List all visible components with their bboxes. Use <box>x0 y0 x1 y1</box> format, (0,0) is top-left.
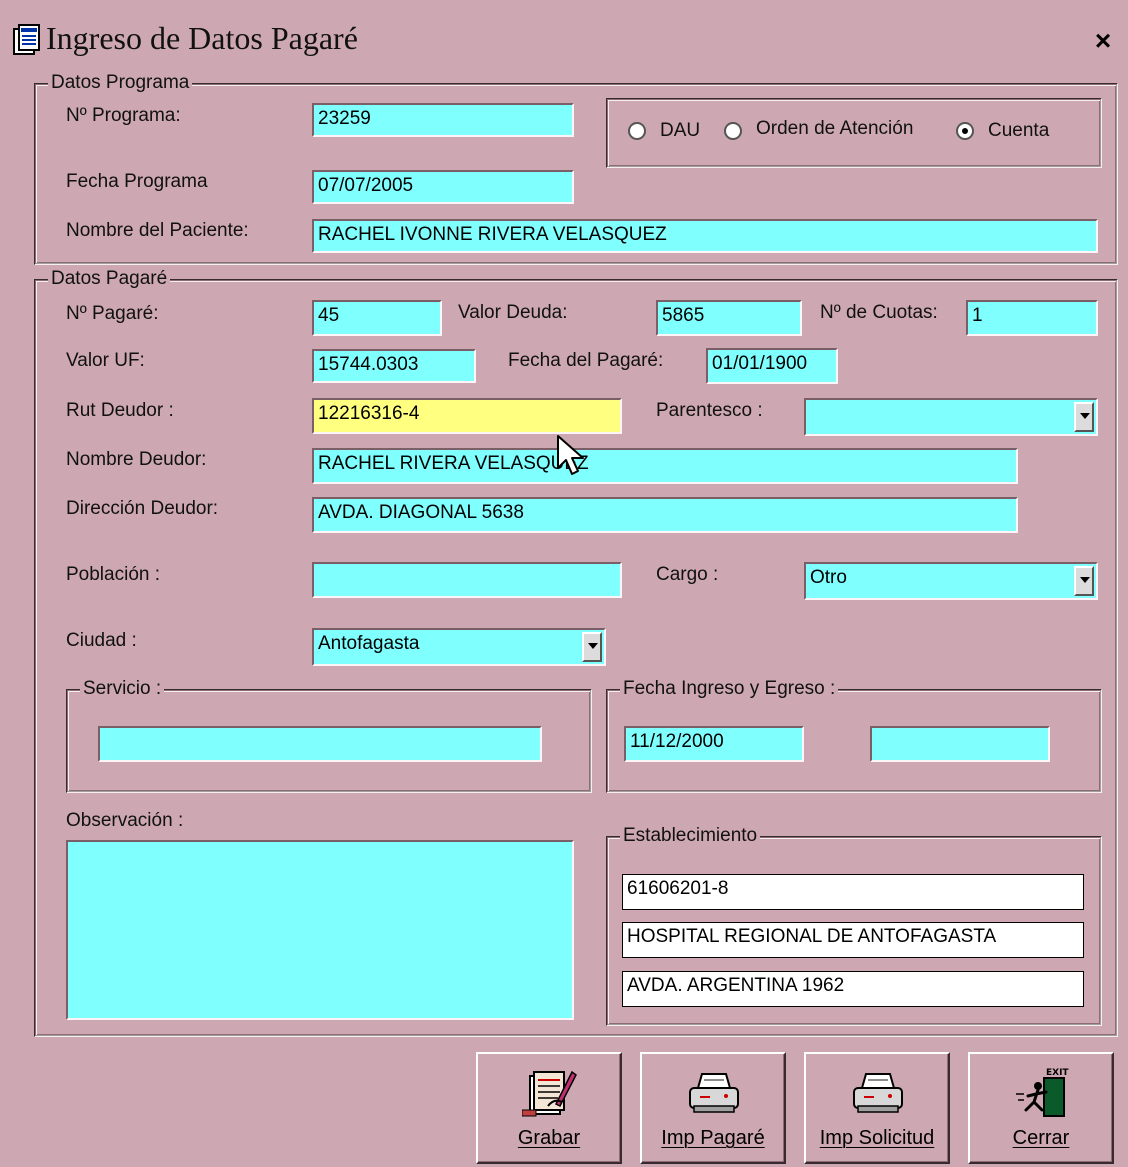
paciente-label: Nombre del Paciente: <box>66 220 249 241</box>
pagare-numero-field[interactable]: 45 <box>312 300 442 336</box>
title-bar: Ingreso de Datos Pagaré × <box>0 0 1128 64</box>
pagare-window: Ingreso de Datos Pagaré × Datos Programa… <box>0 0 1128 1167</box>
datos-programa-legend: Datos Programa <box>48 72 193 94</box>
nombre-deudor-field[interactable]: RACHEL RIVERA VELASQUEZ <box>312 448 1018 484</box>
parentesco-select[interactable] <box>804 398 1098 436</box>
pagare-numero-label: Nº Pagaré: <box>66 303 159 324</box>
radio-dau[interactable] <box>628 122 646 140</box>
establecimiento-nombre: HOSPITAL REGIONAL DE ANTOFAGASTA <box>622 922 1084 958</box>
paciente-field[interactable]: RACHEL IVONNE RIVERA VELASQUEZ <box>312 219 1098 253</box>
valor-uf-field[interactable]: 15744.0303 <box>312 349 476 383</box>
valor-uf-label: Valor UF: <box>66 350 145 371</box>
programa-fecha-field[interactable]: 07/07/2005 <box>312 170 574 204</box>
poblacion-label: Población : <box>66 564 161 585</box>
fecha-pagare-label: Fecha del Pagaré: <box>508 350 664 371</box>
servicio-legend: Servicio : <box>80 678 165 700</box>
cerrar-label: Cerrar <box>1012 1127 1070 1149</box>
observacion-label: Observación : <box>66 810 184 831</box>
nombre-deudor-label: Nombre Deudor: <box>66 449 207 470</box>
imp-solicitud-button[interactable]: Imp Solicitud <box>804 1052 950 1164</box>
ciudad-label: Ciudad : <box>66 630 137 651</box>
imp-solicitud-label: Imp Solicitud <box>819 1127 935 1149</box>
grabar-label: Grabar <box>517 1127 581 1149</box>
rut-deudor-field[interactable]: 12216316-4 <box>312 398 622 434</box>
establecimiento-direccion: AVDA. ARGENTINA 1962 <box>622 971 1084 1007</box>
programa-numero-field[interactable]: 23259 <box>312 103 574 137</box>
cargo-label: Cargo : <box>656 564 719 585</box>
radio-dau-label: DAU <box>660 120 701 141</box>
window-title: Ingreso de Datos Pagaré <box>46 20 358 56</box>
chevron-down-icon[interactable] <box>582 632 602 662</box>
exit-door-icon: EXIT <box>1016 1068 1069 1117</box>
fechas-legend: Fecha Ingreso y Egreso : <box>620 678 839 700</box>
poblacion-field[interactable] <box>312 562 622 598</box>
rut-deudor-label: Rut Deudor : <box>66 400 174 421</box>
cuotas-field[interactable]: 1 <box>966 300 1098 336</box>
valor-deuda-label: Valor Deuda: <box>458 302 568 323</box>
chevron-down-icon[interactable] <box>1074 402 1094 432</box>
close-icon[interactable]: × <box>1088 26 1118 56</box>
printer-icon <box>853 1073 903 1113</box>
ciudad-select[interactable]: Antofagasta <box>312 628 606 666</box>
fecha-pagare-field[interactable]: 01/01/1900 <box>706 348 838 384</box>
save-notebook-icon <box>522 1070 577 1117</box>
radio-cuenta-label: Cuenta <box>988 120 1050 141</box>
chevron-down-icon[interactable] <box>1074 566 1094 596</box>
direccion-deudor-label: Dirección Deudor: <box>66 498 219 519</box>
mouse-cursor-icon <box>557 435 584 475</box>
valor-deuda-field[interactable]: 5865 <box>656 300 802 336</box>
cargo-value: Otro <box>810 567 847 588</box>
cuotas-label: Nº de Cuotas: <box>820 302 938 323</box>
document-icon <box>13 24 40 55</box>
parentesco-label: Parentesco : <box>656 400 763 421</box>
datos-pagare-legend: Datos Pagaré <box>48 268 171 290</box>
imp-pagare-button[interactable]: Imp Pagaré <box>640 1052 786 1164</box>
ciudad-value: Antofagasta <box>318 633 420 654</box>
printer-icon <box>689 1073 739 1113</box>
fecha-egreso-field[interactable] <box>870 726 1050 762</box>
cerrar-button[interactable]: EXIT Cerrar <box>968 1052 1114 1164</box>
imp-pagare-label: Imp Pagaré <box>661 1127 765 1149</box>
programa-fecha-label: Fecha Programa <box>66 171 208 192</box>
servicio-field[interactable] <box>98 726 542 762</box>
grabar-button[interactable]: Grabar <box>476 1052 622 1164</box>
radio-orden-atencion[interactable] <box>724 122 742 140</box>
observacion-textarea[interactable] <box>66 840 574 1020</box>
direccion-deudor-field[interactable]: AVDA. DIAGONAL 5638 <box>312 497 1018 533</box>
cargo-select[interactable]: Otro <box>804 562 1098 600</box>
establecimiento-legend: Establecimiento <box>620 825 761 847</box>
programa-numero-label: Nº Programa: <box>66 105 181 126</box>
establecimiento-rut: 61606201-8 <box>622 874 1084 910</box>
radio-cuenta[interactable] <box>956 122 974 140</box>
exit-text: EXIT <box>1046 1068 1069 1078</box>
radio-orden-atencion-label: Orden de Atención <box>756 118 914 139</box>
fecha-ingreso-field[interactable]: 11/12/2000 <box>624 726 804 762</box>
